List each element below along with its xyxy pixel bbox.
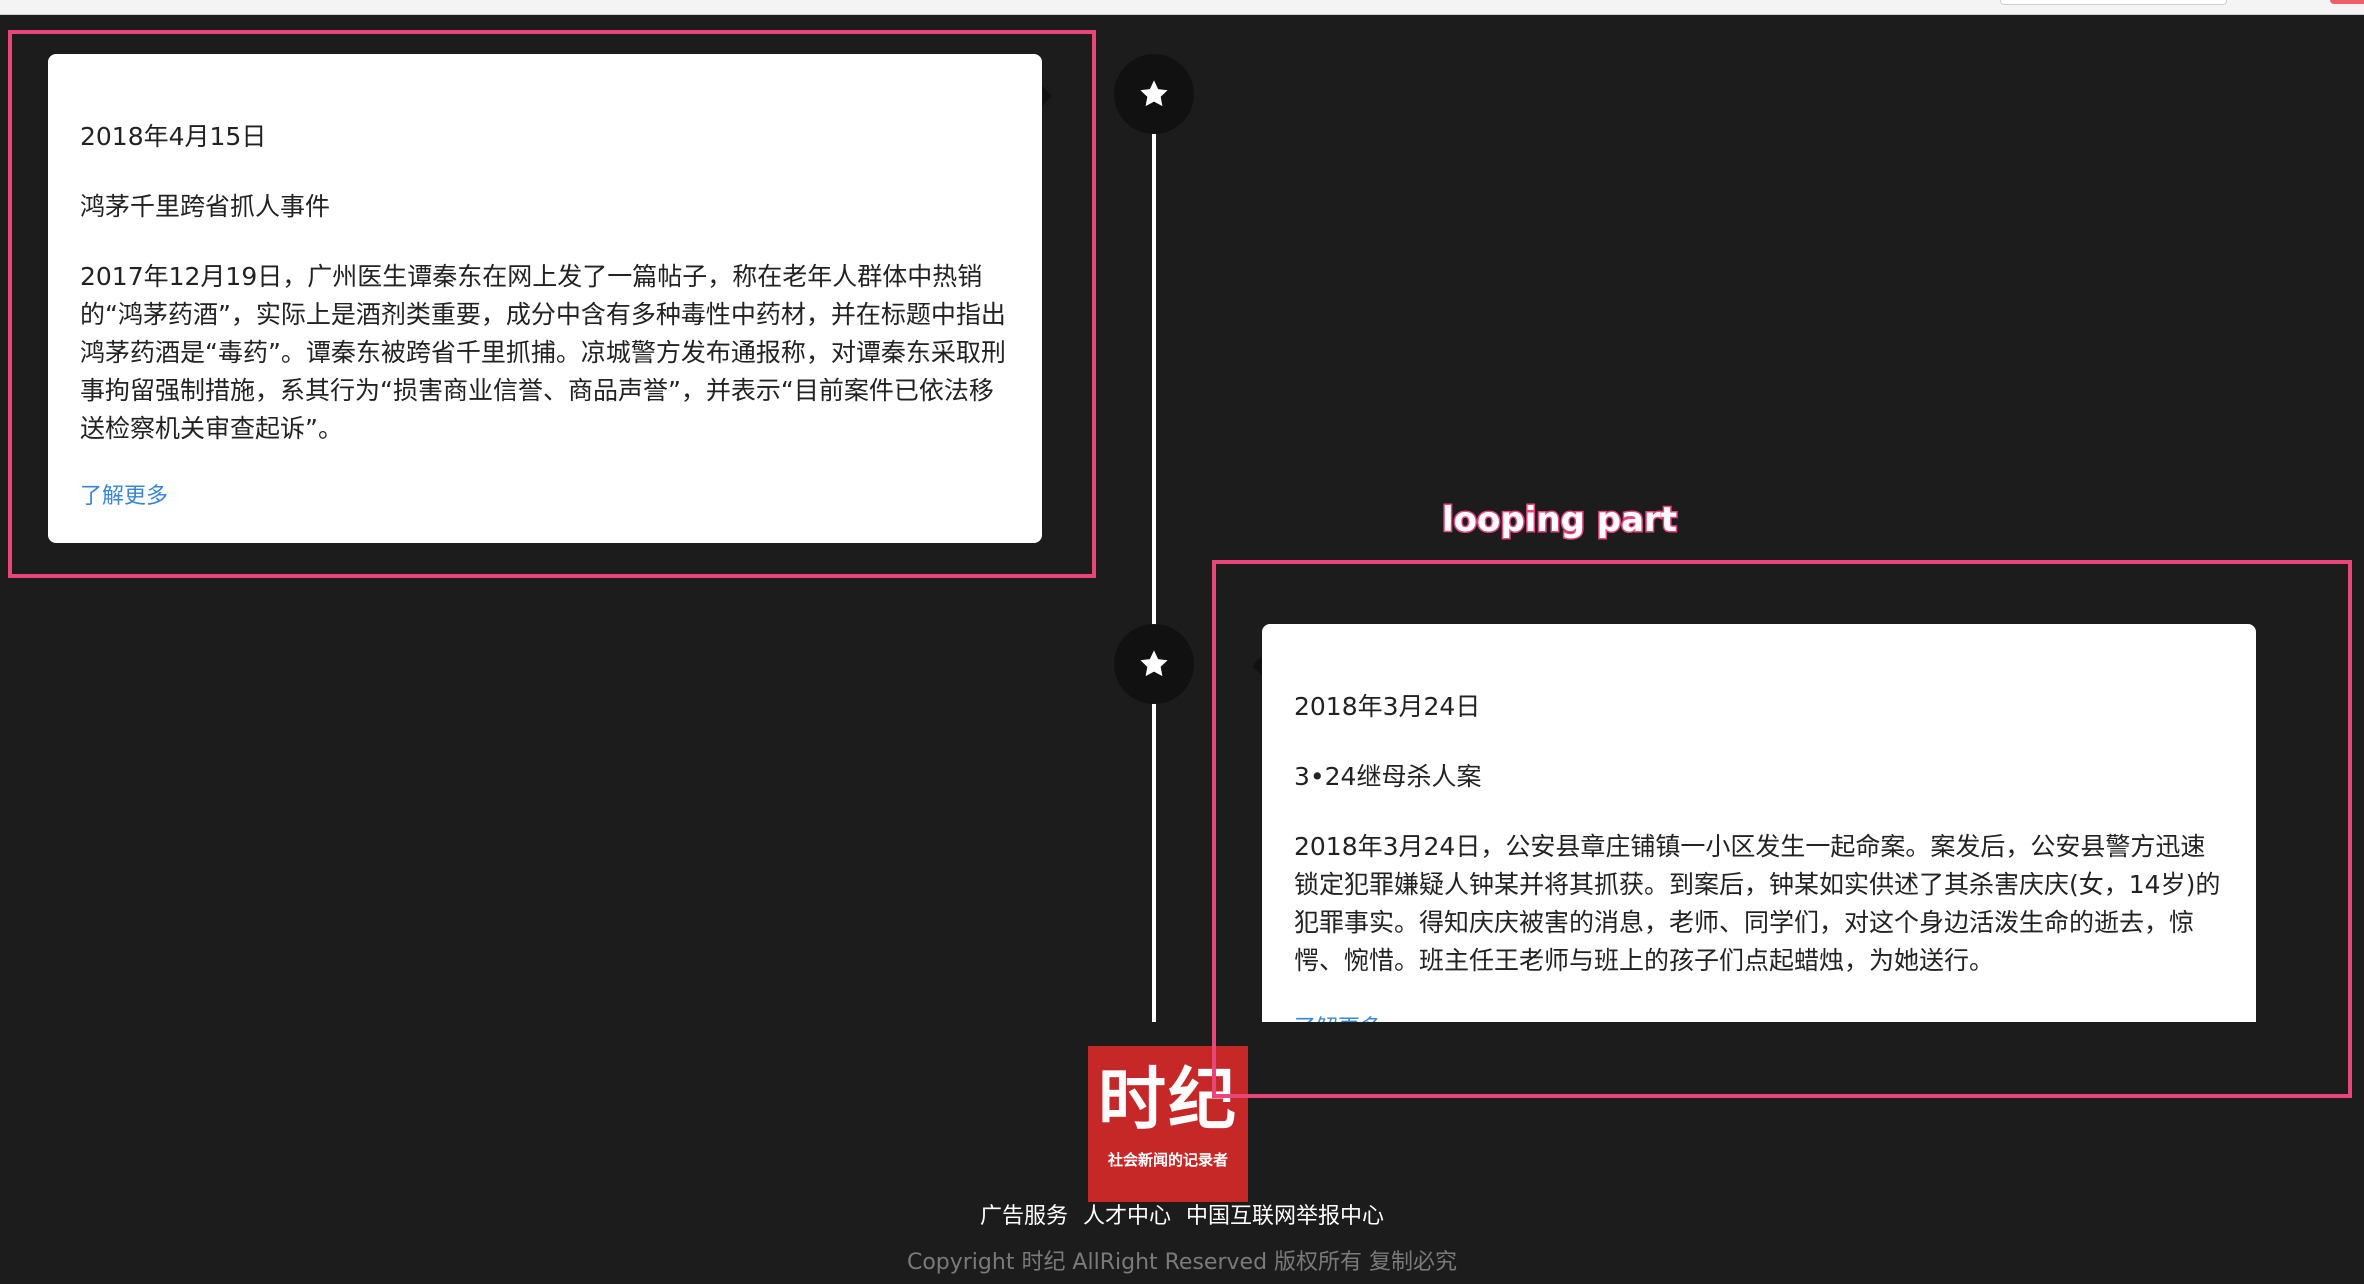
footer-links: 广告服务 人才中心 中国互联网举报中心 [0,1198,2364,1230]
copyright-text: Copyright 时纪 AllRight Reserved 版权所有 复制必究 [906,1250,1458,1275]
annotation-label: looping part [1440,499,1678,542]
annotation-box-first-card [8,30,1096,578]
footer-link-ads[interactable]: 广告服务 [980,1204,1068,1229]
footer-link-report[interactable]: 中国互联网举报中心 [1186,1204,1384,1229]
footer-link-jobs[interactable]: 人才中心 [1083,1204,1171,1229]
annotation-box-looping-part [1212,560,2352,1098]
page: 2018年4月15日 鸿茅千里跨省抓人事件 2017年12月19日，广州医生谭秦… [0,0,2364,1284]
logo-tagline: 社会新闻的记录者 [1107,1151,1228,1169]
